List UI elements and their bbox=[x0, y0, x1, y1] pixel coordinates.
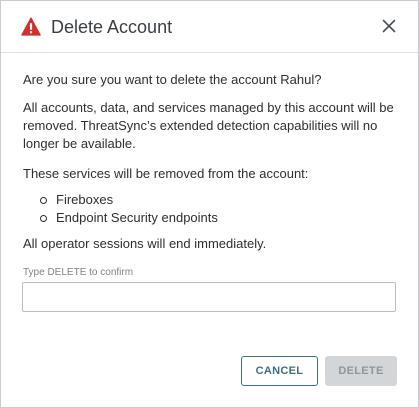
warning-triangle-icon bbox=[21, 17, 41, 36]
sessions-note: All operator sessions will end immediate… bbox=[23, 236, 267, 251]
confirm-delete-input[interactable] bbox=[22, 282, 396, 312]
bullet-icon bbox=[40, 215, 47, 222]
services-heading: These services will be removed from the … bbox=[23, 166, 309, 181]
confirm-field-label: Type DELETE to confirm bbox=[23, 267, 134, 278]
delete-account-dialog: Delete Account Are you sure you want to … bbox=[0, 0, 419, 408]
service-label: Endpoint Security endpoints bbox=[56, 210, 218, 225]
service-label: Fireboxes bbox=[56, 192, 114, 207]
cancel-button[interactable]: CANCEL bbox=[241, 356, 318, 386]
close-icon[interactable] bbox=[378, 15, 400, 37]
list-item: Endpoint Security endpoints bbox=[23, 209, 218, 227]
close-button[interactable] bbox=[378, 15, 400, 37]
delete-button[interactable]: DELETE bbox=[325, 356, 397, 386]
bullet-icon bbox=[40, 197, 47, 204]
services-list: Fireboxes Endpoint Security endpoints bbox=[23, 191, 218, 227]
dialog-title: Delete Account bbox=[51, 17, 173, 37]
confirm-question: Are you sure you want to delete the acco… bbox=[23, 72, 322, 87]
removal-notice: All accounts, data, and services managed… bbox=[23, 100, 394, 151]
dialog-header: Delete Account bbox=[1, 1, 418, 53]
list-item: Fireboxes bbox=[23, 191, 218, 209]
